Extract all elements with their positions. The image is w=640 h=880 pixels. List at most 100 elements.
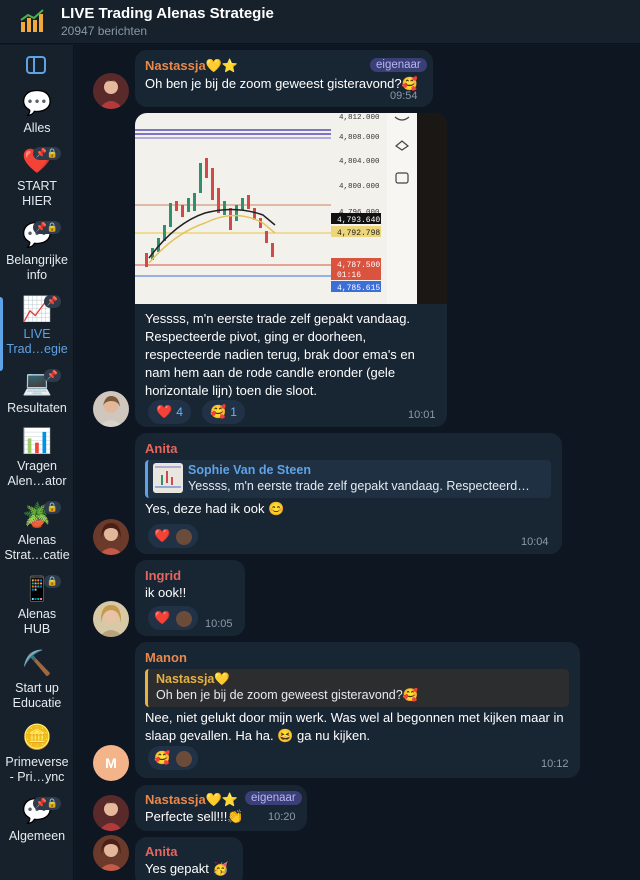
avatar-ingrid[interactable] — [93, 601, 129, 637]
price-label: 4,812.000 — [339, 114, 380, 122]
message-text: Yes gepakt 🥳 — [145, 861, 229, 876]
reaction-count: 1 — [230, 405, 237, 419]
reactor-avatar — [176, 750, 193, 767]
heart-icon: ❤️ — [154, 610, 171, 625]
price-tag-black: 4,793.640 — [337, 216, 380, 225]
sidebar-item-label: LIVE — [23, 327, 51, 341]
folder-sidebar: 💬 Alles ❤️ 📌🔒 START HIER 💬 📌🔒 Belangrijke … — [0, 45, 74, 880]
sidebar-item-belangrijke-info[interactable]: 💬 📌🔒 Belangrijke info — [0, 219, 74, 283]
avatar-nastassja[interactable] — [93, 73, 129, 109]
speech-pin-icon: 💬 📌🔒 — [17, 219, 61, 253]
sidebar-item-label: HUB — [23, 622, 51, 636]
avatar-sophie[interactable] — [93, 391, 129, 427]
sidebar-item-label: Start up — [15, 681, 59, 695]
sidebar-item-start-hier[interactable]: ❤️ 📌🔒 START HIER — [0, 145, 74, 209]
pickaxe-icon: ⛏️ — [22, 650, 52, 677]
heart-icon: ❤️ — [156, 404, 173, 419]
chart-board-icon: 📊 — [22, 428, 52, 455]
chart-photo[interactable]: 4,812.000 4,808.000 4,804.000 4,800.000 … — [135, 113, 447, 304]
sender-name[interactable]: Manon — [145, 650, 187, 665]
message-text-line: nam hem aan de rode candle eronder (gele — [145, 365, 396, 380]
sidebar-item-vragen[interactable]: 📊 Vragen Alen…ator — [0, 425, 74, 489]
trading-chart-image: 4,812.000 4,808.000 4,804.000 4,800.000 … — [135, 113, 447, 304]
message-bubble[interactable]: Nastassja💛⭐ eigenaar Oh ben je bij de zo… — [135, 50, 433, 107]
avatar-nastassja[interactable] — [93, 795, 129, 831]
message-count: 20947 berichten — [61, 24, 148, 38]
message-text: Oh ben je bij de zoom geweest gisteravon… — [145, 76, 418, 91]
sidebar-item-algemeen[interactable]: 💬 📌🔒 Algemeen — [0, 795, 74, 844]
message-bubble[interactable]: Ingrid ik ook!! ❤️ 10:05 — [135, 560, 245, 636]
reaction-heart[interactable]: ❤️ — [148, 606, 199, 630]
reaction-smiling-hearts[interactable]: 🥰 1 — [202, 400, 245, 424]
pin-lock-badge-icon: 📌🔒 — [32, 221, 61, 234]
price-label: 4,808.000 — [339, 134, 380, 142]
sidebar-item-label: Vragen — [17, 459, 57, 473]
message-text-line: slaap gevallen. Ha ha. 😆 ga nu kijken. — [145, 728, 371, 743]
owner-badge: eigenaar — [370, 58, 427, 72]
reply-author: Nastassja💛 — [156, 672, 230, 686]
sidebar-item-label: Algemeen — [8, 829, 66, 843]
photo-message-bubble[interactable]: 4,812.000 4,808.000 4,804.000 4,800.000 … — [135, 113, 447, 427]
sidebar-item-label: HIER — [22, 194, 52, 208]
message-text: Perfecte sell!!!👏 — [145, 809, 244, 824]
chat-title[interactable]: LIVE Trading Alenas Strategie — [61, 5, 274, 22]
message-bubble[interactable]: Anita Sophie Van de Steen Yessss, m'n ee… — [135, 433, 562, 554]
phone-lock-icon: 📱 🔒 — [17, 573, 61, 607]
avatar-manon[interactable]: M — [93, 745, 129, 781]
message-bubble[interactable]: Manon Nastassja💛 Oh ben je bij de zoom g… — [135, 642, 580, 778]
lock-badge-icon: 🔒 — [43, 501, 61, 514]
price-label: 4,800.000 — [339, 183, 380, 191]
sidebar-item-label: Primeverse — [5, 755, 69, 769]
pin-badge-icon: 📌 — [43, 295, 61, 308]
reply-preview[interactable]: Sophie Van de Steen Yessss, m'n eerste t… — [145, 460, 551, 498]
laptop-pin-icon: 💻 📌 — [17, 367, 61, 401]
pin-lock-badge-icon: 📌🔒 — [32, 797, 61, 810]
sidebar-item-start-up-educatie[interactable]: ⛏️ Start up Educatie — [0, 647, 74, 711]
message-text-line: Respecteerde pivot, ging er doorheen, — [145, 329, 367, 344]
reaction-smiling-hearts[interactable]: 🥰 — [148, 746, 199, 770]
avatar-anita[interactable] — [93, 519, 129, 555]
message-time: 10:12 — [541, 758, 569, 770]
avatar-anita[interactable] — [93, 835, 129, 871]
speech-pin-lock-icon: 💬 📌🔒 — [17, 795, 61, 829]
sidebar-item-resultaten[interactable]: 💻 📌 Resultaten — [0, 367, 74, 416]
message-bubble[interactable]: Nastassja💛⭐ eigenaar Perfecte sell!!!👏 1… — [135, 785, 307, 831]
message-text-line: respecteerde nadien terug, brak door ema… — [145, 347, 415, 362]
sidebar-item-label: Belangrijke — [6, 253, 68, 267]
sidebar-item-label: Trad…egie — [6, 342, 68, 356]
sidebar-toggle-icon[interactable] — [26, 56, 46, 74]
sender-name[interactable]: Nastassja💛⭐ — [145, 58, 238, 74]
sidebar-item-label: Resultaten — [7, 401, 67, 415]
price-tag-blue: 4,785.615 — [337, 284, 380, 293]
sidebar-item-primeverse[interactable]: 🪙 Primeverse - Pri…ync — [0, 721, 74, 785]
sidebar-item-label: START — [17, 179, 57, 193]
sender-name[interactable]: Anita — [145, 441, 178, 456]
chat-header: LIVE Trading Alenas Strategie 20947 beri… — [0, 0, 640, 44]
chat-bubbles-icon: 💬 — [22, 90, 52, 117]
sidebar-item-alenas-hub[interactable]: 📱 🔒 Alenas HUB — [0, 573, 74, 637]
heart-pin-icon: ❤️ 📌🔒 — [17, 145, 61, 179]
pin-badge-icon: 📌 — [43, 369, 61, 382]
chart-money-icon — [18, 8, 46, 36]
price-label: 4,804.000 — [339, 158, 380, 166]
sidebar-item-label: Alles — [23, 121, 51, 135]
sender-name[interactable]: Nastassja💛⭐ — [145, 792, 238, 808]
message-text-line: horizontale lijn) toen die sloot. — [145, 383, 317, 398]
reply-thumbnail — [153, 463, 183, 493]
sender-name[interactable]: Ingrid — [145, 568, 181, 583]
sidebar-item-alles[interactable]: 💬 Alles — [0, 87, 74, 136]
reaction-heart[interactable]: ❤️ 4 — [148, 400, 191, 424]
price-tag-yellow: 4,792.798 — [337, 229, 380, 238]
heart-icon: ❤️ — [154, 528, 171, 543]
sidebar-item-live-trading[interactable]: 📈 📌 LIVE Trad…egie — [0, 293, 74, 357]
price-tag-red: 4,787.500 — [337, 261, 380, 270]
reaction-heart[interactable]: ❤️ — [148, 524, 199, 548]
sidebar-item-alenas-strategie[interactable]: 🪴 🔒 Alenas Strat…catie — [0, 499, 74, 563]
message-time: 10:20 — [268, 811, 296, 823]
message-time: 10:01 — [408, 409, 436, 421]
message-bubble[interactable]: Anita Yes gepakt 🥳 — [135, 837, 243, 880]
sender-name[interactable]: Anita — [145, 844, 178, 859]
reply-preview[interactable]: Nastassja💛 Oh ben je bij de zoom geweest… — [145, 669, 569, 707]
lock-badge-icon: 🔒 — [43, 575, 61, 588]
message-list: Nastassja💛⭐ eigenaar Oh ben je bij de zo… — [75, 45, 640, 880]
